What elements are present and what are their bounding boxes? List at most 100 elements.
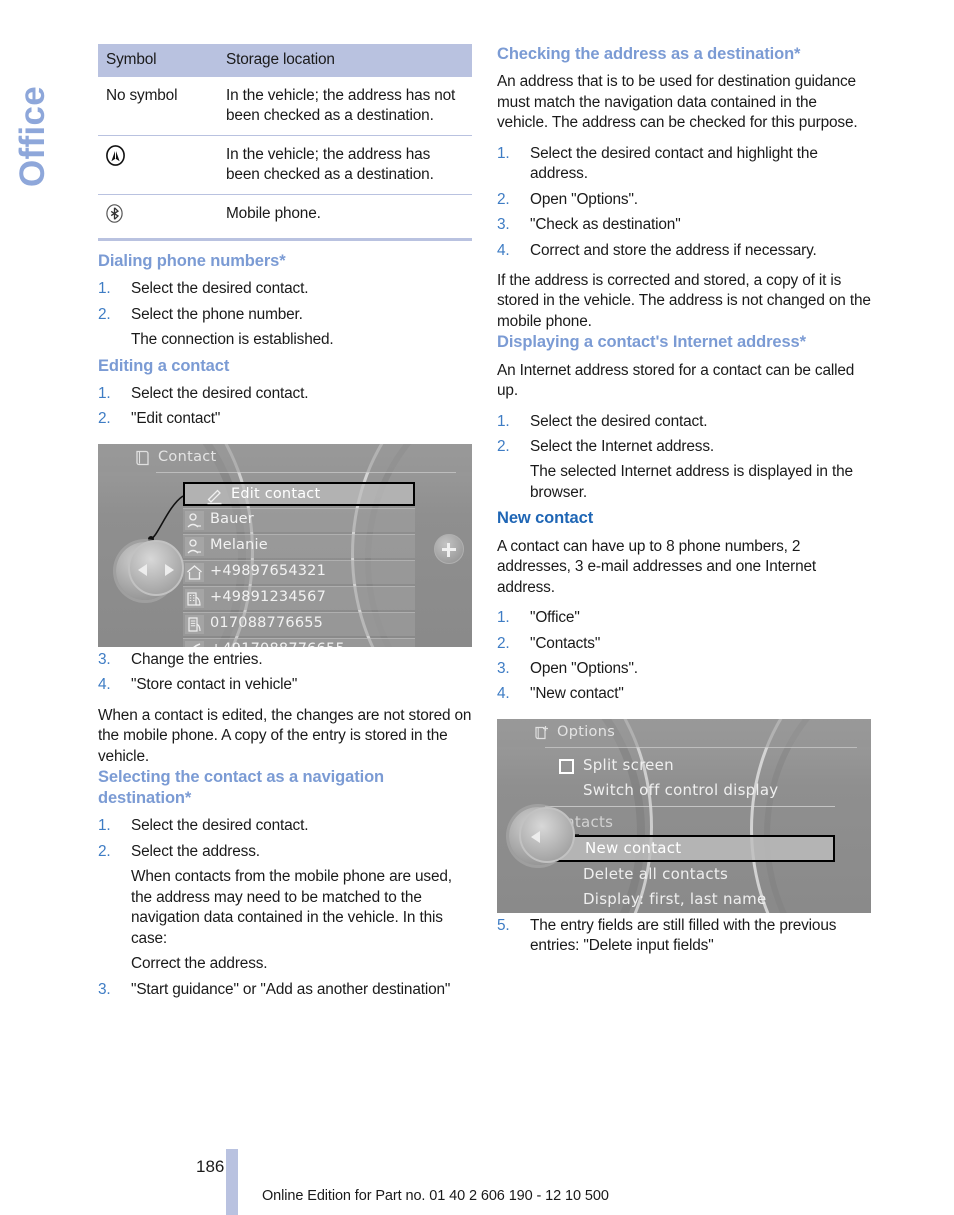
steps-navigation-destination: 1. Select the desired contact. 2. Select…	[98, 816, 472, 1000]
step-text: "Check as destination"	[530, 216, 681, 234]
arrow-left-icon	[138, 563, 147, 576]
step-text: "Start guidance" or "Add as another dest…	[131, 980, 451, 998]
step-number: 3.	[497, 216, 510, 234]
options-item-label: Switch off control display	[583, 780, 779, 799]
options-item-delete-all-contacts[interactable]: Delete all contacts	[545, 862, 835, 887]
list-item: 1. Select the desired contact and highli…	[497, 144, 871, 185]
heading-dialing-phone-numbers: Dialing phone numbers*	[98, 252, 286, 271]
step-subtext: When contacts from the mobile phone are …	[131, 868, 452, 947]
contact-row-office-phone[interactable]: +49891234567	[183, 585, 415, 610]
list-item: 1. Select the desired contact.	[98, 384, 472, 404]
list-item: 3. "Start guidance" or "Add as another d…	[98, 980, 472, 1000]
screen-title: Contact	[158, 448, 217, 465]
fax-icon	[185, 614, 204, 634]
page-number: 186	[196, 1157, 225, 1176]
contact-row-mobile-phone[interactable]: +4917088776655	[183, 637, 415, 647]
table-row: Mobile phone.	[98, 194, 472, 242]
list-item: 2. Select the phone number. The connecti…	[98, 305, 472, 351]
contact-row-melanie[interactable]: Melanie	[183, 533, 415, 558]
zoom-in-button[interactable]	[434, 533, 464, 564]
step-number: 5.	[497, 916, 510, 934]
list-item: 4. "New contact"	[497, 684, 871, 704]
step-text: Select the desired contact.	[131, 280, 309, 298]
steps-internet-address: 1. Select the desired contact. 2. Select…	[497, 412, 871, 504]
list-item: 2. "Edit contact"	[98, 409, 472, 429]
contact-book-icon	[134, 449, 152, 467]
step-number: 2.	[497, 190, 510, 208]
options-item-switch-off-display[interactable]: Switch off control display	[545, 778, 835, 803]
contact-row-bauer[interactable]: Bauer	[183, 507, 415, 532]
step-number: 1.	[98, 384, 111, 402]
manual-page: Symbol Storage location No symbol In the…	[0, 0, 954, 1215]
list-item: 4. Correct and store the address if nece…	[497, 241, 871, 261]
arrow-left-icon	[531, 830, 540, 843]
list-item: 2. Select the Internet address. The sele…	[497, 437, 871, 503]
table-row: No symbol In the vehicle; the address ha…	[98, 77, 472, 137]
step-text: Select the address.	[131, 842, 260, 860]
heading-navigation-destination: Selecting the contact as a navigation de…	[98, 768, 385, 808]
intro-internet-address: An Internet address stored for a contact…	[497, 361, 855, 400]
contact-row-label: Edit contact	[231, 485, 321, 502]
list-item: 1. "Office"	[497, 608, 871, 628]
options-item-new-contact[interactable]: New contact	[545, 834, 835, 862]
table-header-symbol: Symbol	[98, 44, 218, 77]
contact-row-home-phone[interactable]: +49897654321	[183, 559, 415, 584]
step-text: "Store contact in vehicle"	[131, 676, 298, 694]
controller-knob[interactable]	[128, 539, 184, 596]
note-editing-contact: When a contact is edited, the changes ar…	[98, 706, 472, 765]
contact-row-label: Bauer	[210, 510, 254, 527]
step-text: Select the Internet address.	[530, 438, 715, 455]
step-subtext-2: Correct the address.	[131, 955, 268, 973]
step-number: 2.	[98, 305, 111, 323]
step-text: Correct and store the address if necessa…	[530, 241, 817, 259]
options-item-label: Display: first, last name	[583, 889, 767, 908]
person-icon	[185, 536, 204, 556]
step-text: Select the desired contact.	[131, 817, 309, 835]
step-number: 1.	[497, 609, 510, 627]
list-item: 1. Select the desired contact.	[497, 412, 871, 432]
mobile-phone-icon	[185, 640, 204, 647]
list-item: 1. Select the desired contact.	[98, 816, 472, 836]
list-item: 2. Open "Options".	[497, 190, 871, 210]
steps-new-contact-before: 1. "Office" 2. "Contacts" 3. Open "Optio…	[497, 608, 871, 705]
checkbox-icon	[559, 758, 574, 774]
step-text: "New contact"	[530, 685, 624, 703]
left-column: Symbol Storage location No symbol In the…	[98, 44, 472, 1005]
steps-checking-address: 1. Select the desired contact and highli…	[497, 144, 871, 261]
step-text: Select the desired contact.	[530, 412, 708, 430]
options-item-display-name-order[interactable]: Display: first, last name	[545, 887, 835, 912]
options-item-split-screen[interactable]: Split screen	[545, 753, 835, 778]
table-row: In the vehicle; the address has been che…	[98, 135, 472, 196]
step-number: 1.	[497, 144, 510, 162]
step-number: 3.	[98, 980, 111, 998]
step-text: "Office"	[530, 609, 580, 627]
step-text: Select the phone number.	[131, 305, 303, 323]
step-number: 4.	[497, 685, 510, 703]
cell-location: In the vehicle; the address has not been…	[218, 77, 472, 137]
contact-row-edit-contact[interactable]: Edit contact	[183, 481, 415, 506]
step-text: "Edit contact"	[131, 410, 221, 428]
controller-knob[interactable]	[519, 806, 575, 863]
cell-symbol	[98, 135, 218, 196]
contact-row-fax[interactable]: 017088776655	[183, 611, 415, 636]
contact-list: Edit contact Bauer Melanie +49897654321 …	[183, 477, 415, 647]
office-building-icon	[185, 588, 204, 608]
steps-editing-before: 1. Select the desired contact. 2. "Edit …	[98, 384, 472, 430]
list-item: 2. Select the address. When contacts fro…	[98, 842, 472, 975]
screen-divider	[156, 471, 456, 473]
symbol-table: Symbol Storage location No symbol In the…	[98, 44, 472, 242]
step-number: 2.	[497, 634, 510, 652]
table-header-row: Symbol Storage location	[98, 44, 472, 77]
contact-row-label: 017088776655	[210, 614, 324, 631]
bluetooth-icon	[106, 204, 123, 226]
arrow-right-icon	[165, 563, 174, 576]
step-subtext: The connection is established.	[131, 331, 334, 349]
screen-titlebar	[98, 443, 472, 472]
cell-symbol: No symbol	[98, 77, 218, 137]
step-number: 2.	[98, 410, 111, 428]
options-item-label: New contact	[585, 838, 682, 857]
options-item-label: Delete all contacts	[583, 864, 729, 883]
step-text: Open "Options".	[530, 190, 638, 208]
step-number: 4.	[497, 241, 510, 259]
step-number: 3.	[497, 659, 510, 677]
